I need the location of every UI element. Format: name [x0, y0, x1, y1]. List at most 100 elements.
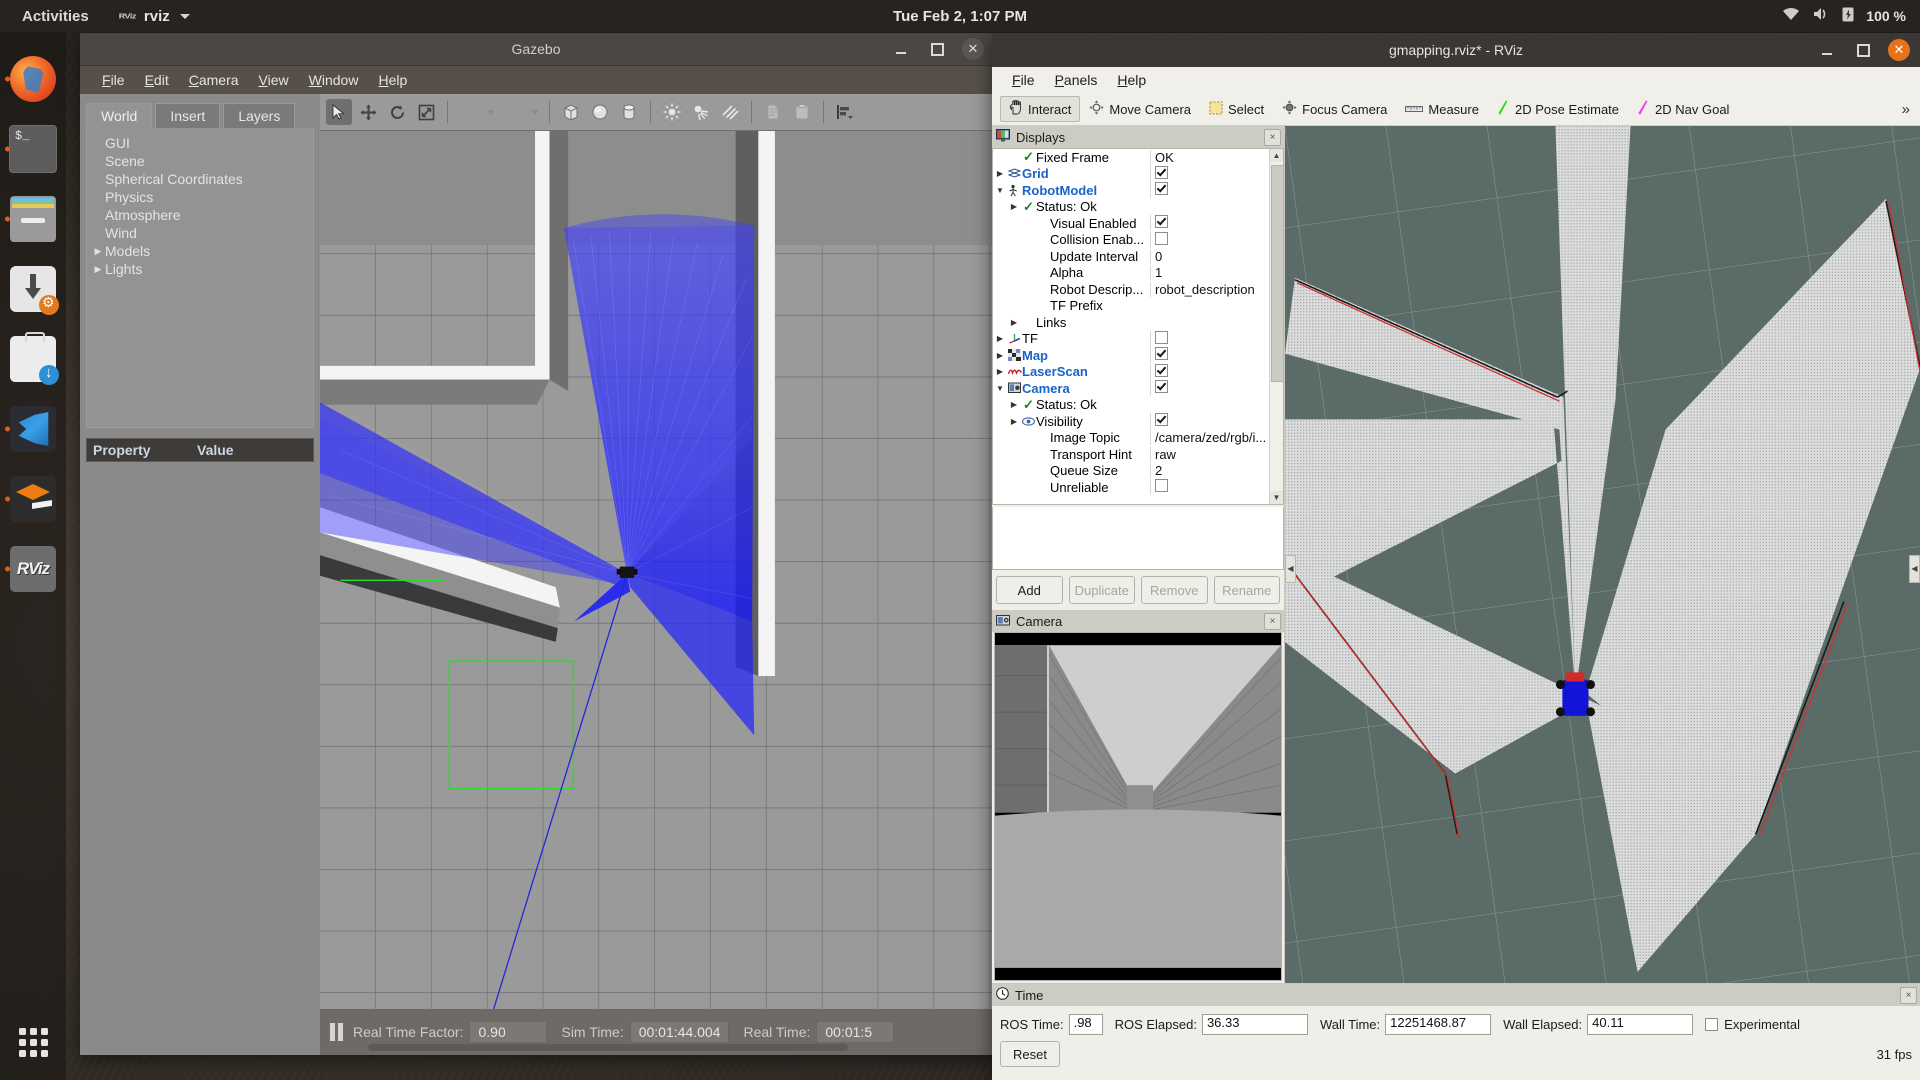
display-row-value[interactable] — [1150, 380, 1283, 397]
left-splitter-handle[interactable]: ◀ — [1285, 554, 1296, 583]
display-enable-checkbox[interactable] — [1155, 363, 1168, 377]
expand-arrow-icon[interactable]: ▶ — [993, 367, 1007, 376]
wall-elapsed-value[interactable]: 40.11 — [1587, 1014, 1694, 1035]
display-row-unreliable[interactable]: Unreliable — [993, 479, 1283, 496]
display-row-links[interactable]: ▶ Links — [993, 314, 1283, 331]
expand-arrow-icon[interactable]: ▶ — [993, 351, 1007, 360]
expand-arrow-icon[interactable]: ▶ — [1007, 417, 1021, 426]
sphere-icon[interactable] — [587, 99, 613, 125]
display-enable-checkbox[interactable] — [1155, 215, 1168, 229]
display-row-camera[interactable]: ▼ Camera — [993, 380, 1283, 397]
display-row-image-topic[interactable]: Image Topic/camera/zed/rgb/i... — [993, 430, 1283, 447]
display-row-status-ok[interactable]: ▶ ✓ Status: Ok — [993, 397, 1283, 414]
tree-item-gui[interactable]: GUI — [91, 134, 309, 152]
tree-item-spherical-coordinates[interactable]: Spherical Coordinates — [91, 170, 309, 188]
rviz-3d-viewport[interactable]: ◀ ◀ — [1285, 126, 1920, 983]
dock-item-terminal[interactable] — [0, 114, 66, 184]
tool-interact[interactable]: Interact — [1000, 96, 1081, 122]
display-row-value[interactable] — [1150, 347, 1283, 364]
dock-item-rviz[interactable]: RViz — [0, 534, 66, 604]
dock-item-software-updater[interactable] — [0, 324, 66, 394]
display-row-status-ok[interactable]: ▶ ✓ Status: Ok — [993, 199, 1283, 216]
display-row-value[interactable] — [1150, 479, 1283, 496]
display-enable-checkbox[interactable] — [1155, 413, 1168, 427]
display-row-value[interactable] — [1150, 215, 1283, 232]
display-row-alpha[interactable]: Alpha 1 — [993, 265, 1283, 282]
display-row-transport-hint[interactable]: Transport Hint raw — [993, 446, 1283, 463]
scrollbar-thumb[interactable] — [1271, 165, 1283, 382]
show-applications-button[interactable] — [0, 1014, 66, 1070]
expand-arrow-icon[interactable]: ▶ — [993, 334, 1007, 343]
gazebo-3d-viewport[interactable] — [320, 131, 992, 1009]
dock-item-firefox[interactable] — [0, 44, 66, 114]
display-row-value[interactable] — [1150, 231, 1283, 248]
experimental-checkbox[interactable] — [1705, 1018, 1719, 1031]
tree-item-wind[interactable]: Wind — [91, 224, 309, 242]
display-row-visual-enabled[interactable]: Visual Enabled — [993, 215, 1283, 232]
remove-button[interactable]: Remove — [1141, 576, 1208, 604]
tool-2d-nav-goal[interactable]: 2D Nav Goal — [1628, 96, 1738, 123]
tool-2d-pose-estimate[interactable]: 2D Pose Estimate — [1488, 96, 1628, 123]
tree-item-atmosphere[interactable]: Atmosphere — [91, 206, 309, 224]
tree-item-physics[interactable]: Physics — [91, 188, 309, 206]
directional-light-icon[interactable] — [717, 99, 743, 125]
expand-arrow-icon[interactable]: ▶ — [91, 264, 105, 275]
expand-arrow-icon[interactable]: ▼ — [993, 384, 1007, 393]
pause-button[interactable] — [330, 1023, 343, 1041]
gazebo-titlebar[interactable]: Gazebo ✕ — [80, 33, 992, 66]
display-enable-checkbox[interactable] — [1155, 330, 1168, 344]
scroll-up-icon[interactable]: ▲ — [1270, 149, 1283, 162]
copy-icon[interactable] — [760, 99, 786, 125]
display-row-grid[interactable]: ▶ Grid — [993, 165, 1283, 183]
battery-icon[interactable] — [1842, 6, 1854, 27]
close-button[interactable]: ✕ — [962, 38, 984, 60]
tree-item-lights[interactable]: ▶ Lights — [91, 260, 309, 278]
tab-layers[interactable]: Layers — [223, 103, 296, 128]
display-row-robot-descrip[interactable]: Robot Descrip... robot_description — [993, 281, 1283, 298]
display-row-value[interactable] — [1150, 182, 1283, 199]
display-enable-checkbox[interactable] — [1155, 165, 1168, 179]
display-row-value[interactable]: robot_description — [1150, 281, 1283, 297]
display-row-value[interactable]: 2 — [1150, 463, 1283, 479]
camera-image-view[interactable] — [994, 632, 1282, 981]
wifi-icon[interactable] — [1782, 7, 1800, 25]
close-icon[interactable]: × — [1264, 128, 1281, 146]
tab-insert[interactable]: Insert — [155, 103, 221, 128]
system-tray[interactable]: 100 % — [1782, 6, 1906, 27]
display-row-value[interactable]: OK — [1150, 149, 1283, 165]
display-row-value[interactable] — [1150, 363, 1283, 380]
redo-dropdown-icon[interactable] — [531, 109, 539, 115]
undo-dropdown-icon[interactable] — [487, 109, 495, 115]
expand-arrow-icon[interactable]: ▶ — [993, 169, 1007, 178]
expand-arrow-icon[interactable]: ▶ — [1007, 202, 1021, 211]
paste-icon[interactable] — [789, 99, 815, 125]
minimize-button[interactable] — [890, 38, 912, 60]
translate-icon[interactable] — [355, 99, 381, 125]
display-row-collision-enab[interactable]: Collision Enab... — [993, 231, 1283, 249]
tree-item-models[interactable]: ▶ Models — [91, 242, 309, 260]
tool-select[interactable]: Select — [1200, 97, 1273, 122]
close-icon[interactable]: × — [1900, 986, 1917, 1004]
duplicate-button[interactable]: Duplicate — [1068, 576, 1135, 604]
display-row-value[interactable] — [1150, 165, 1283, 182]
spot-light-icon[interactable] — [688, 99, 714, 125]
display-enable-checkbox[interactable] — [1155, 380, 1168, 394]
display-enable-checkbox[interactable] — [1155, 347, 1168, 361]
display-row-map[interactable]: ▶ Map — [993, 347, 1283, 364]
rviz-menu-panels[interactable]: Panels — [1045, 70, 1108, 90]
display-row-tf[interactable]: ▶ TF — [993, 330, 1283, 348]
tool-measure[interactable]: Measure — [1396, 98, 1488, 121]
display-row-visibility[interactable]: ▶ Visibility — [993, 413, 1283, 430]
display-enable-checkbox[interactable] — [1155, 479, 1168, 493]
display-row-value[interactable]: raw — [1150, 446, 1283, 462]
display-row-value[interactable]: 0 — [1150, 248, 1283, 264]
display-row-fixed-frame[interactable]: ✓ Fixed Frame OK — [993, 149, 1283, 166]
rename-button[interactable]: Rename — [1213, 576, 1280, 604]
gazebo-menu-help[interactable]: Help — [368, 69, 417, 91]
toolbar-overflow-icon[interactable]: » — [1902, 101, 1910, 118]
tool-focus-camera[interactable]: Focus Camera — [1273, 96, 1396, 122]
close-button[interactable]: ✕ — [1888, 39, 1910, 61]
close-icon[interactable]: × — [1264, 612, 1281, 630]
expand-arrow-icon[interactable]: ▶ — [91, 246, 105, 257]
scroll-down-icon[interactable]: ▼ — [1270, 491, 1283, 504]
